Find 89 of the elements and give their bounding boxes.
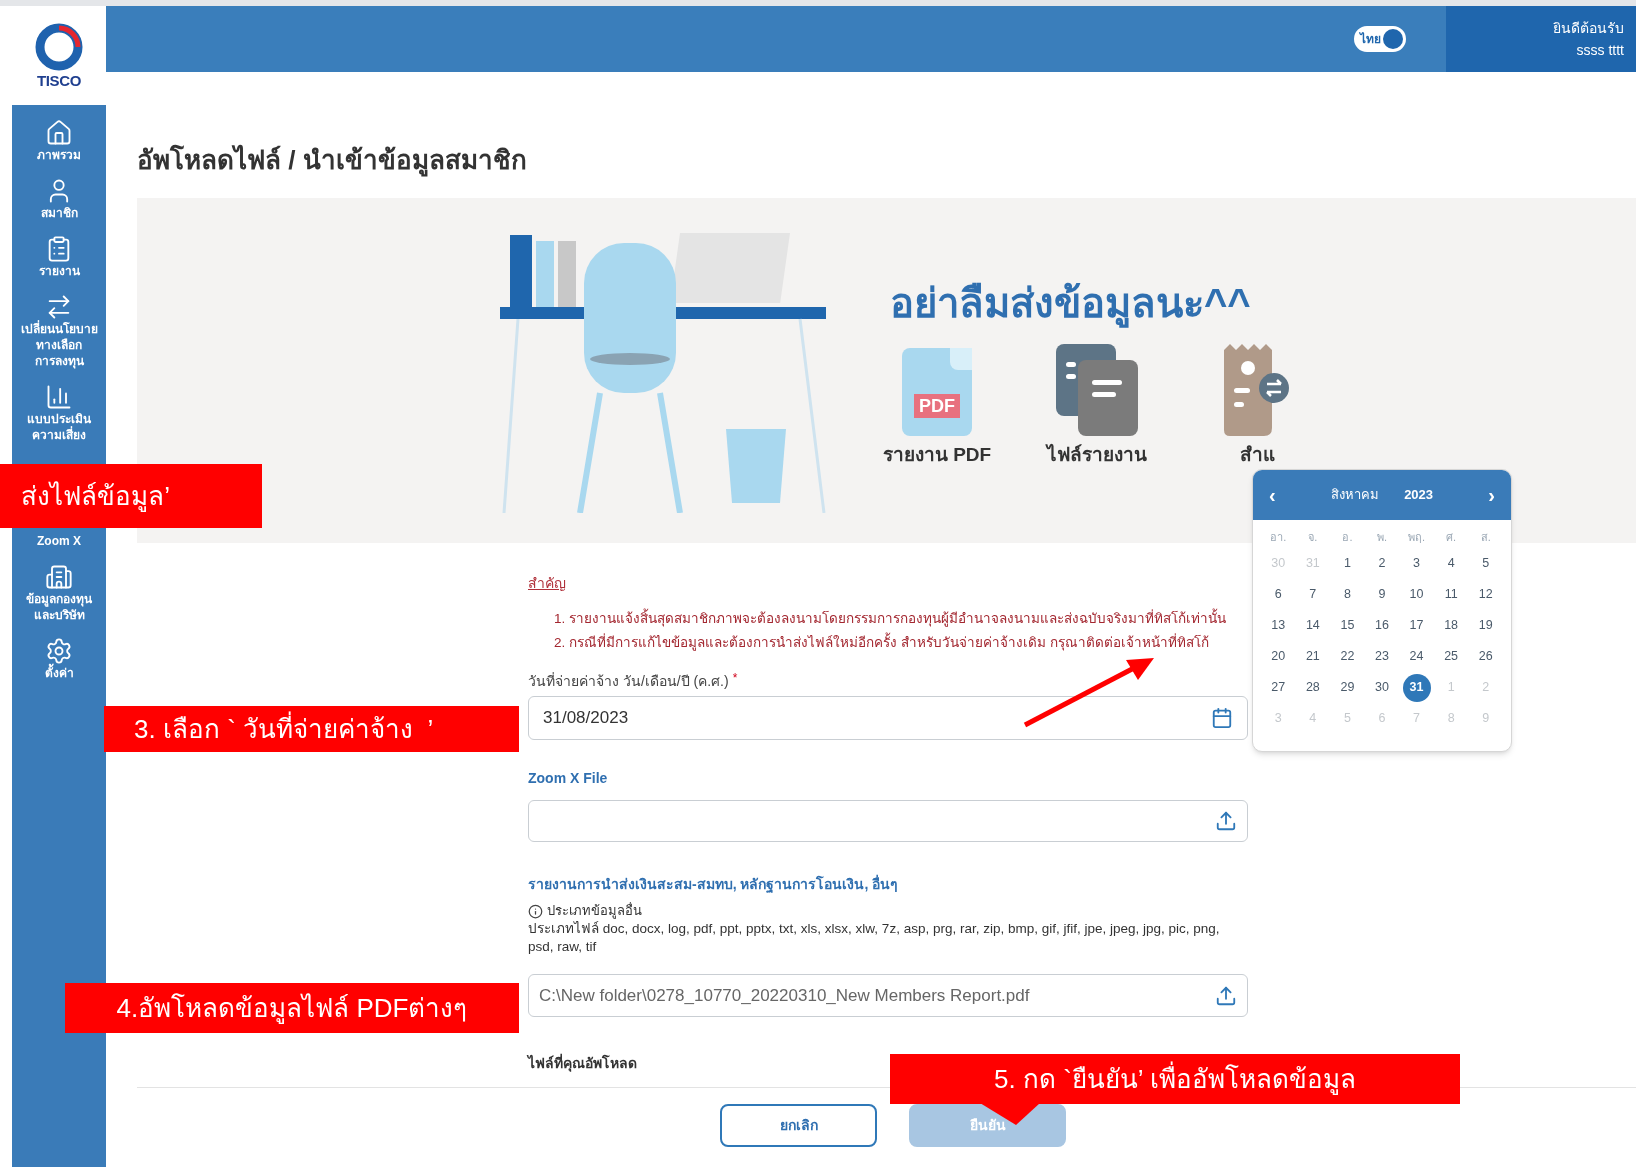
calendar-day[interactable]: 14: [1298, 611, 1327, 640]
calendar-day[interactable]: 24: [1402, 642, 1431, 671]
weekday-label: ส.: [1479, 530, 1492, 545]
date-field[interactable]: 31/08/2023: [528, 696, 1248, 740]
sidebar-item[interactable]: สมาชิก: [40, 177, 78, 221]
notice-title: สำคัญ: [528, 574, 566, 593]
calendar-day[interactable]: 25: [1437, 642, 1466, 671]
calendar-day[interactable]: 26: [1471, 642, 1500, 671]
field-label: Zoom X File: [528, 769, 608, 788]
folded-corner: [950, 348, 972, 370]
sidebar-item[interactable]: เปลี่ยนนโยบาย ทางเลือก การลงทุน: [20, 293, 98, 369]
calendar-day[interactable]: 31: [1402, 673, 1431, 702]
info-icon: [528, 903, 543, 919]
calendar-day[interactable]: 11: [1437, 580, 1466, 609]
sidebar-item[interactable]: แบบประเมิน ความเสี่ยง: [27, 383, 91, 443]
calendar-day[interactable]: 19: [1471, 611, 1500, 640]
calendar-day[interactable]: 21: [1298, 642, 1327, 671]
annotation-label: ส่งไฟล์ข้อมูล’: [0, 464, 262, 528]
calendar-day[interactable]: 9: [1368, 580, 1396, 609]
building-icon: [45, 563, 73, 591]
weekday-label: พฤ.: [1407, 530, 1427, 545]
calendar-day[interactable]: 13: [1264, 611, 1293, 640]
file-upload-field[interactable]: C:\New folder\0278_10770_20220310_New Members Report.pdf: [528, 974, 1248, 1017]
language-toggle[interactable]: ไทย: [1354, 26, 1406, 52]
weekday-label: พ.: [1375, 530, 1388, 545]
field-label: รายงานการนำส่งเงินสะสม-สมทบ, หลักฐานการโอนเงิน, อื่นๆ: [528, 874, 899, 894]
ring-logo-icon: [34, 21, 84, 72]
cancel-button[interactable]: ยกเลิก: [720, 1104, 877, 1147]
documents-icon: [1056, 344, 1138, 436]
calendar-day[interactable]: 20: [1264, 642, 1293, 671]
banner-card-label: สำแ: [1239, 443, 1275, 467]
sidebar-item[interactable]: ข้อมูลกองทุน และบริษัท: [26, 563, 92, 623]
banner-card-label: ไฟล์รายงาน: [1047, 443, 1147, 467]
bar-chart-icon: [45, 383, 73, 411]
settings-icon: [45, 637, 73, 665]
calendar-day[interactable]: 27: [1264, 673, 1293, 702]
calendar-day[interactable]: 2: [1368, 549, 1396, 578]
info-text: ประเภทข้อมูลอื่น: [547, 902, 642, 920]
sidebar-item[interactable]: รายงาน: [38, 235, 80, 279]
sidebar-item[interactable]: ภาพรวม: [37, 119, 81, 163]
calendar-day[interactable]: 3: [1402, 549, 1431, 578]
calendar-day[interactable]: 18: [1437, 611, 1466, 640]
calendar-day[interactable]: 29: [1333, 673, 1362, 702]
user-name: ssss tttt: [1576, 41, 1624, 60]
field-label: วันที่จ่ายค่าจ้าง วัน/เดือน/ปี (ค.ศ.): [528, 671, 729, 691]
weekday-label: ศ.: [1445, 530, 1458, 545]
file-upload-field[interactable]: [528, 800, 1248, 842]
annotation-label: 4.อัพโหลดข้อมูลไฟล์ PDFต่างๆ: [65, 983, 519, 1033]
home-icon: [45, 119, 73, 147]
uploaded-files-label: ไฟล์ที่คุณอัพโหลด: [528, 1053, 637, 1073]
calendar-day[interactable]: 15: [1333, 611, 1362, 640]
annotation-label: 3. เลือก ` วันที่จ่ายค่าจ้าง ’: [104, 706, 519, 752]
calendar-day[interactable]: 28: [1298, 673, 1327, 702]
calendar-day[interactable]: 12: [1471, 580, 1500, 609]
weekday-label: จ.: [1307, 530, 1319, 545]
calendar-day[interactable]: 10: [1402, 580, 1431, 609]
calendar-day[interactable]: 8: [1333, 580, 1362, 609]
calendar-day[interactable]: 30: [1368, 673, 1396, 702]
calendar-day[interactable]: 1: [1333, 549, 1362, 578]
upload-icon: [1215, 810, 1237, 832]
banner-headline: อย่าลืมส่งข้อมูลนะ^^: [890, 278, 1251, 328]
previous-month-button[interactable]: ‹: [1269, 480, 1276, 510]
calendar-day[interactable]: 7: [1298, 580, 1327, 609]
calendar-day[interactable]: 23: [1368, 642, 1396, 671]
weekday-label: อา.: [1269, 530, 1288, 545]
next-month-button[interactable]: ›: [1488, 480, 1495, 510]
required-mark: *: [732, 671, 738, 687]
calendar-icon: [1211, 707, 1233, 729]
calendar-day[interactable]: 22: [1333, 642, 1362, 671]
pdf-badge: PDF: [914, 394, 960, 418]
logo-text: TISCO: [37, 71, 81, 90]
page-title: อัพโหลดไฟล์ / นำเข้าข้อมูลสมาชิก: [137, 144, 527, 176]
calendar-day[interactable]: 4: [1437, 549, 1466, 578]
calendar-day[interactable]: 16: [1368, 611, 1396, 640]
notice-item: 1. รายงานแจ้งสิ้นสุดสมาชิกภาพจะต้องลงนามโดยกรรมการกองทุนผู้มีอำนาจลงนามและส่งฉบับจริงมาที่ทิสโก้เท่านั้น: [554, 609, 1226, 629]
welcome-text: ยินดีต้อนรับ: [1553, 19, 1624, 38]
calendar-day[interactable]: 5: [1471, 549, 1500, 578]
weekday-label: อ.: [1341, 530, 1354, 545]
upload-icon: [1215, 984, 1237, 1007]
file-types-text: ประเภทไฟล์ doc, docx, log, pdf, ppt, pptx, txt, xls, xlsx, xlw, 7z, asp, prg, rar, zip, bmp, gif, jfif, jpe, jpeg, jpg, pic, png, psd, raw, tif: [528, 920, 1221, 956]
calendar-day[interactable]: 17: [1402, 611, 1431, 640]
banner-card-label: รายงาน PDF: [882, 443, 992, 467]
calendar-day[interactable]: 6: [1264, 580, 1293, 609]
year-label: 2023: [1404, 486, 1434, 505]
receipt-icon: [1224, 344, 1290, 436]
notice-item: 2. กรณีที่มีการแก้ไขข้อมูลและต้องการนำส่งไฟล์ใหม่อีกครั้ง สำหรับวันจ่ายค่าจ้างเดิม กรุณาติดต่อเจ้าหน้าที่ทิสโก้: [554, 633, 1209, 653]
sidebar-item[interactable]: Zoom X: [37, 533, 81, 549]
sidebar-item[interactable]: ตั้งค่า: [44, 637, 74, 681]
month-label: สิงหาคม: [1330, 486, 1379, 505]
